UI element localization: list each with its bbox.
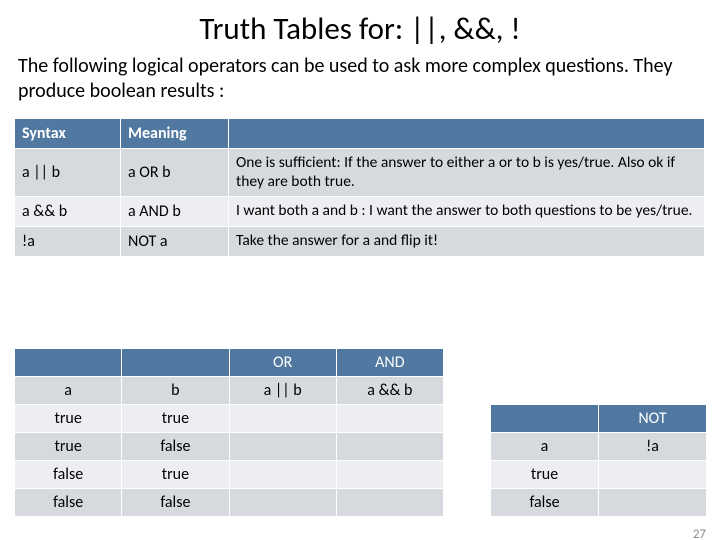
cell-and	[336, 461, 443, 489]
table-row: false	[491, 489, 707, 517]
th-b: b	[122, 377, 229, 405]
table-row: a && b a AND b I want both a and b : I w…	[15, 197, 705, 227]
slide-title: Truth Tables for: ||, &&, !	[0, 10, 720, 48]
th-na: !a	[599, 433, 707, 461]
table-row: a || b a OR b One is sufficient: If the …	[15, 149, 705, 197]
cell-or	[229, 489, 336, 517]
table-super-row: NOT	[491, 405, 707, 433]
cell-and	[336, 405, 443, 433]
th-syntax: Syntax	[15, 119, 121, 149]
th-and: a && b	[336, 377, 443, 405]
cell-syntax: a && b	[15, 197, 121, 227]
cell-b: true	[122, 461, 229, 489]
cell-syntax: a || b	[15, 149, 121, 197]
cell-meaning: a AND b	[121, 197, 229, 227]
th-a: a	[491, 433, 599, 461]
not-table: NOT a !a true false	[490, 404, 707, 517]
cell-or	[229, 461, 336, 489]
cell-meaning: a OR b	[121, 149, 229, 197]
th-or-label: OR	[229, 349, 336, 377]
cell-a: false	[491, 489, 599, 517]
cell-syntax: !a	[15, 227, 121, 257]
th-blank	[15, 349, 122, 377]
page-number: 27	[693, 527, 706, 540]
table-header-row: Syntax Meaning	[15, 119, 705, 149]
table-row: true true	[15, 405, 444, 433]
cell-desc: I want both a and b : I want the answer …	[229, 197, 705, 227]
table-header-row: a b a || b a && b	[15, 377, 444, 405]
cell-b: false	[122, 489, 229, 517]
cell-a: false	[15, 461, 122, 489]
table-header-row: a !a	[491, 433, 707, 461]
operators-table: Syntax Meaning a || b a OR b One is suff…	[14, 118, 705, 257]
cell-and	[336, 489, 443, 517]
table-row: false true	[15, 461, 444, 489]
cell-or	[229, 405, 336, 433]
cell-a: true	[15, 433, 122, 461]
cell-b: true	[122, 405, 229, 433]
table-row: false false	[15, 489, 444, 517]
slide: Truth Tables for: ||, &&, ! The followin…	[0, 10, 720, 540]
cell-a: false	[15, 489, 122, 517]
cell-a: true	[491, 461, 599, 489]
cell-b: false	[122, 433, 229, 461]
th-desc	[229, 119, 705, 149]
cell-and	[336, 433, 443, 461]
cell-na	[599, 489, 707, 517]
th-blank	[491, 405, 599, 433]
table-row: true false	[15, 433, 444, 461]
th-or: a || b	[229, 377, 336, 405]
cell-a: true	[15, 405, 122, 433]
intro-text: The following logical operators can be u…	[18, 54, 702, 104]
cell-desc: Take the answer for a and flip it!	[229, 227, 705, 257]
cell-meaning: NOT a	[121, 227, 229, 257]
cell-or	[229, 433, 336, 461]
truth-table: OR AND a b a || b a && b true true true …	[14, 348, 444, 517]
th-a: a	[15, 377, 122, 405]
cell-na	[599, 461, 707, 489]
table-row: true	[491, 461, 707, 489]
table-super-row: OR AND	[15, 349, 444, 377]
th-not-label: NOT	[599, 405, 707, 433]
table-row: !a NOT a Take the answer for a and flip …	[15, 227, 705, 257]
th-and-label: AND	[336, 349, 443, 377]
th-blank	[122, 349, 229, 377]
cell-desc: One is sufficient: If the answer to eith…	[229, 149, 705, 197]
th-meaning: Meaning	[121, 119, 229, 149]
